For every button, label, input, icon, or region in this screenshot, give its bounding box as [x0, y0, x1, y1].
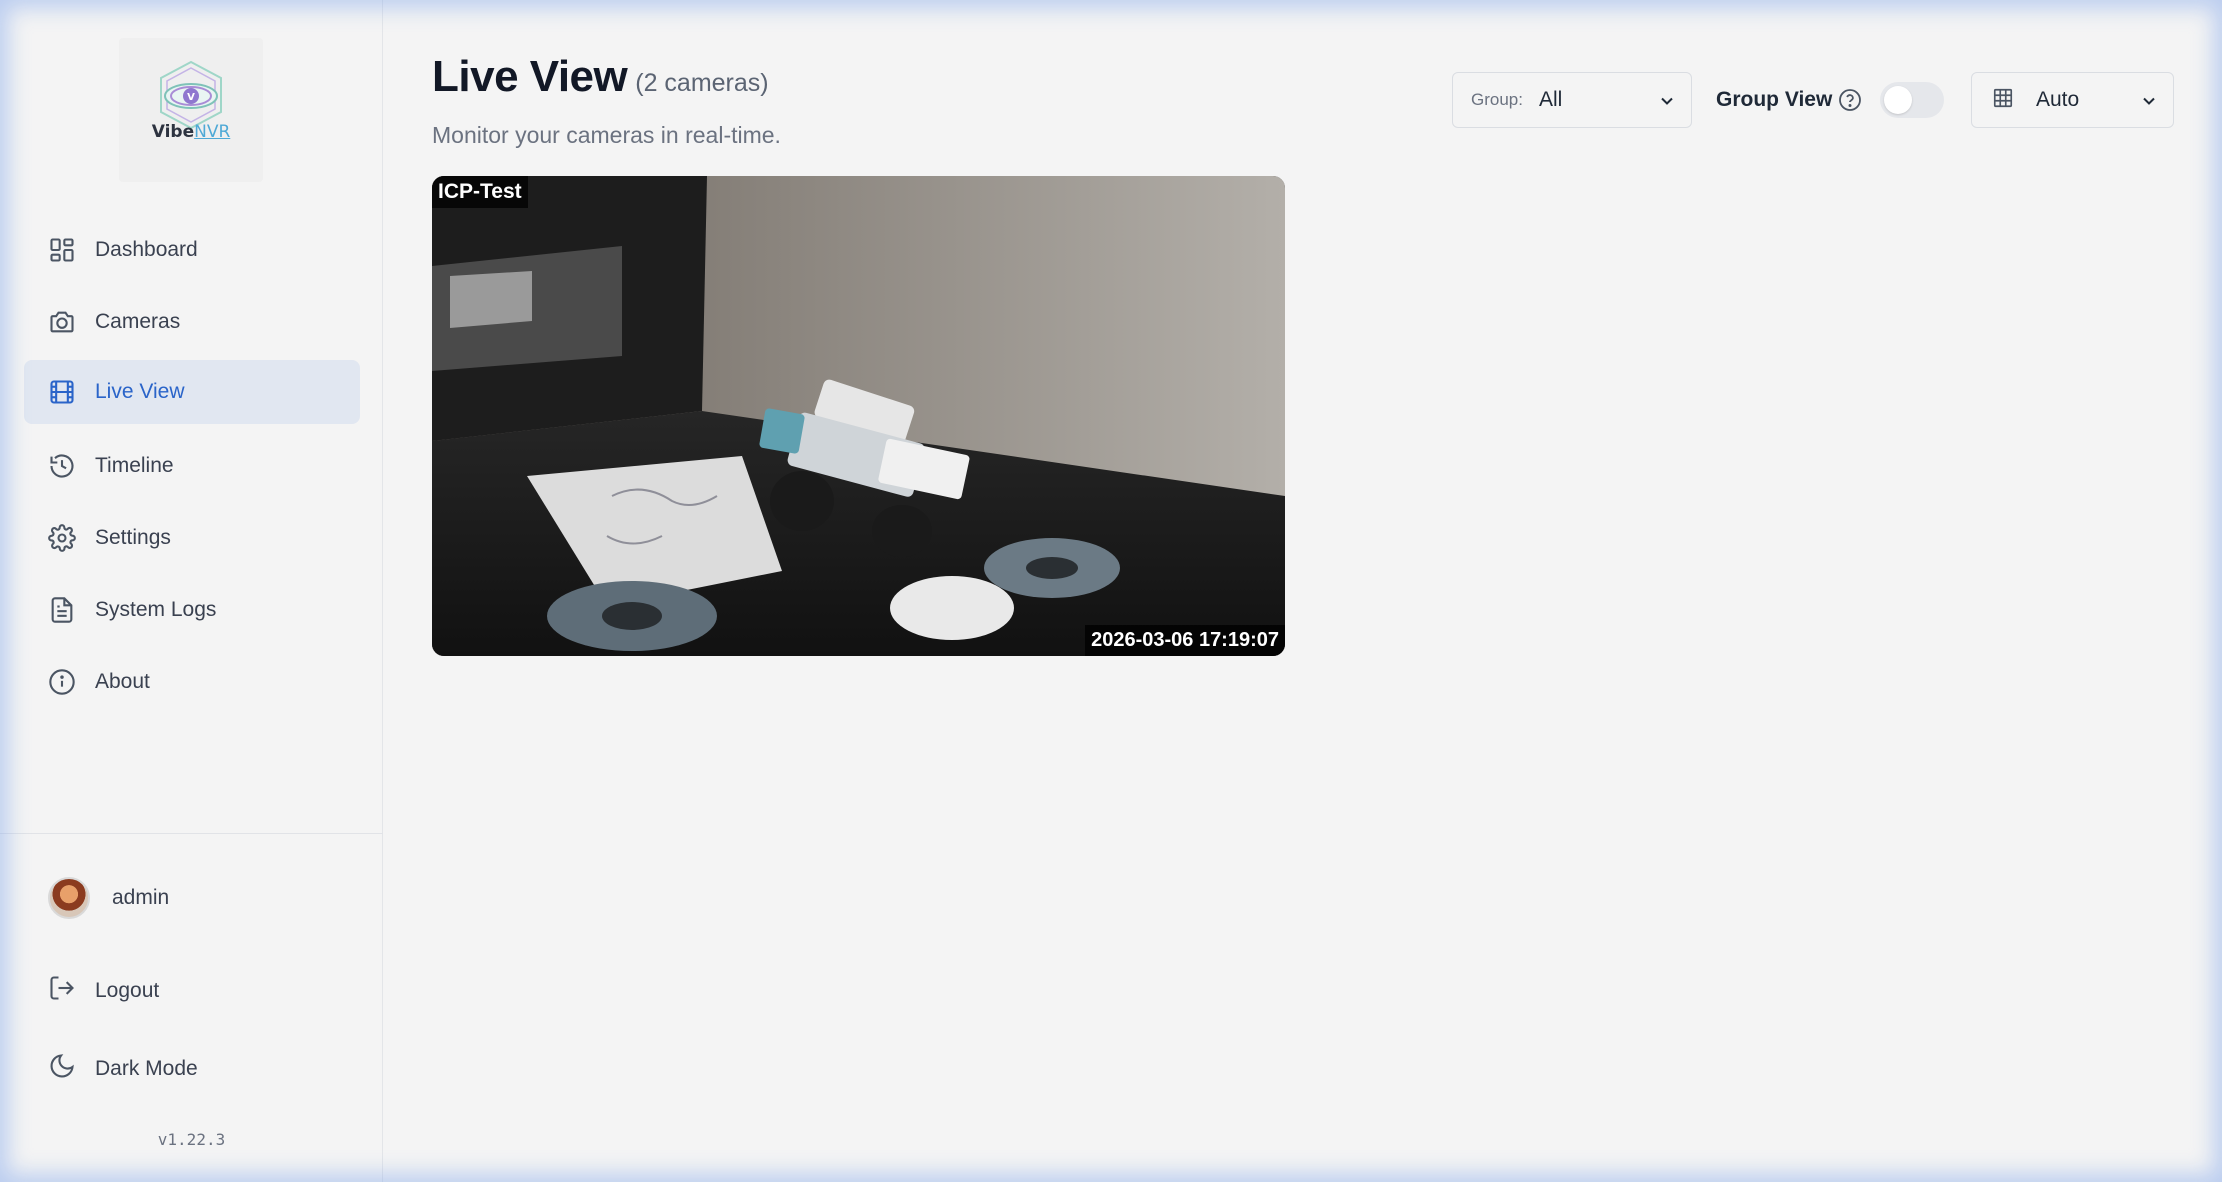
sidebar-divider	[0, 833, 383, 834]
sidebar-item-label: Settings	[95, 526, 171, 549]
group-select-value: All	[1538, 88, 1563, 111]
dark-mode-button[interactable]: Dark Mode	[48, 1052, 198, 1085]
film-icon	[48, 378, 76, 406]
sidebar-item-cameras[interactable]: Cameras	[24, 290, 360, 354]
logo-text-primary: Vibe	[151, 122, 195, 142]
logout-button[interactable]: Logout	[48, 974, 159, 1007]
group-select-label: Group:	[1471, 90, 1523, 109]
history-icon	[48, 452, 76, 480]
main-content: Live View (2 cameras) Monitor your camera…	[384, 0, 2222, 1182]
app-version: v1.22.3	[157, 1130, 226, 1149]
logout-label: Logout	[95, 978, 160, 1002]
layout-select-value: Auto	[2036, 88, 2080, 111]
layout-select[interactable]: Auto	[1971, 72, 2174, 128]
grid-icon	[1992, 87, 2014, 114]
chevron-down-icon	[2139, 91, 2159, 116]
sidebar-item-label: System Logs	[95, 598, 217, 621]
logout-icon	[48, 974, 76, 1007]
help-icon[interactable]	[1838, 88, 1862, 117]
logo-text: VibeNVR	[119, 122, 263, 142]
sidebar-item-label: About	[95, 670, 150, 693]
camera-timestamp-overlay: 2026-03-06 17:19:07	[1085, 625, 1285, 656]
page-subtitle: Monitor your cameras in real-time.	[432, 122, 781, 148]
sidebar-item-system-logs[interactable]: System Logs	[24, 578, 360, 642]
sidebar-item-label: Live View	[95, 380, 185, 403]
camera-feed-image	[432, 176, 1285, 656]
document-icon	[48, 596, 76, 624]
app-logo[interactable]: V VibeNVR	[119, 38, 263, 182]
page-title: Live View (2 cameras)	[432, 52, 769, 102]
info-icon	[48, 668, 76, 696]
dark-mode-label: Dark Mode	[95, 1056, 198, 1080]
sidebar-item-dashboard[interactable]: Dashboard	[24, 218, 360, 282]
camera-icon	[48, 308, 76, 336]
sidebar: V VibeNVR Dashboard Cameras Live View Ti…	[0, 0, 383, 1182]
dashboard-icon	[48, 236, 76, 264]
group-view-toggle[interactable]	[1880, 82, 1944, 118]
page-title-text: Live View	[432, 52, 628, 101]
avatar	[48, 877, 90, 919]
sidebar-item-settings[interactable]: Settings	[24, 506, 360, 570]
group-select[interactable]: Group: All	[1452, 72, 1692, 128]
toggle-knob	[1884, 86, 1912, 114]
vibenvr-logo-icon: V	[160, 60, 222, 130]
logo-text-secondary: NVR	[194, 122, 231, 142]
user-name: admin	[112, 886, 170, 909]
camera-count: (2 cameras)	[635, 69, 769, 97]
gear-icon	[48, 524, 76, 552]
group-view-label: Group View	[1716, 88, 1833, 111]
sidebar-item-label: Dashboard	[95, 238, 198, 261]
sidebar-item-label: Timeline	[95, 454, 174, 477]
sidebar-item-label: Cameras	[95, 310, 181, 333]
chevron-down-icon	[1657, 91, 1677, 116]
camera-tile[interactable]: ICP-Test 2026-03-06 17:19:07	[432, 176, 1285, 656]
sidebar-item-timeline[interactable]: Timeline	[24, 434, 360, 498]
camera-name-overlay: ICP-Test	[432, 176, 528, 208]
sidebar-item-about[interactable]: About	[24, 650, 360, 714]
moon-icon	[48, 1052, 76, 1085]
sidebar-item-live-view[interactable]: Live View	[24, 360, 360, 424]
user-profile[interactable]: admin	[48, 877, 169, 919]
svg-text:V: V	[187, 92, 195, 103]
